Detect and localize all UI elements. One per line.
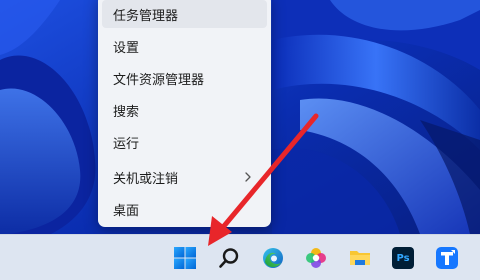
menu-item-label: 文件资源管理器 [113, 72, 205, 88]
photos-button[interactable] [299, 241, 333, 275]
menu-item-file-explorer[interactable]: 文件资源管理器 [102, 64, 267, 92]
quick-link-menu: 任务管理器 设置 文件资源管理器 搜索 运行 关机或注销 桌面 [98, 0, 271, 227]
chevron-right-icon [245, 172, 251, 182]
menu-item-label: 搜索 [113, 104, 140, 120]
menu-item-label: 桌面 [113, 203, 140, 219]
file-explorer-icon [350, 251, 370, 265]
search-button[interactable] [212, 241, 246, 275]
menu-item-task-manager[interactable]: 任务管理器 [102, 0, 267, 28]
menu-item-run[interactable]: 运行 [102, 128, 267, 156]
menu-item-label: 运行 [113, 136, 140, 152]
app-t-button[interactable] [430, 241, 464, 275]
file-explorer-button[interactable] [343, 241, 377, 275]
menu-item-desktop[interactable]: 桌面 [102, 195, 267, 223]
edge-icon [263, 248, 283, 268]
photos-icon [306, 248, 326, 268]
menu-item-search[interactable]: 搜索 [102, 96, 267, 124]
photoshop-button[interactable]: Ps [386, 241, 420, 275]
menu-item-label: 设置 [113, 40, 140, 56]
photoshop-label: Ps [396, 252, 410, 264]
search-icon [219, 248, 239, 268]
edge-button[interactable] [256, 241, 290, 275]
taskbar: Ps [0, 234, 480, 280]
start-icon [174, 247, 196, 269]
desktop: 任务管理器 设置 文件资源管理器 搜索 运行 关机或注销 桌面 Ps [0, 0, 480, 280]
menu-item-settings[interactable]: 设置 [102, 32, 267, 60]
app-t-icon [436, 247, 458, 269]
menu-item-label: 关机或注销 [113, 171, 179, 187]
start-button[interactable] [168, 241, 202, 275]
photoshop-icon: Ps [392, 247, 414, 269]
menu-item-shutdown-signout[interactable]: 关机或注销 [102, 163, 267, 191]
menu-item-label: 任务管理器 [113, 8, 179, 24]
